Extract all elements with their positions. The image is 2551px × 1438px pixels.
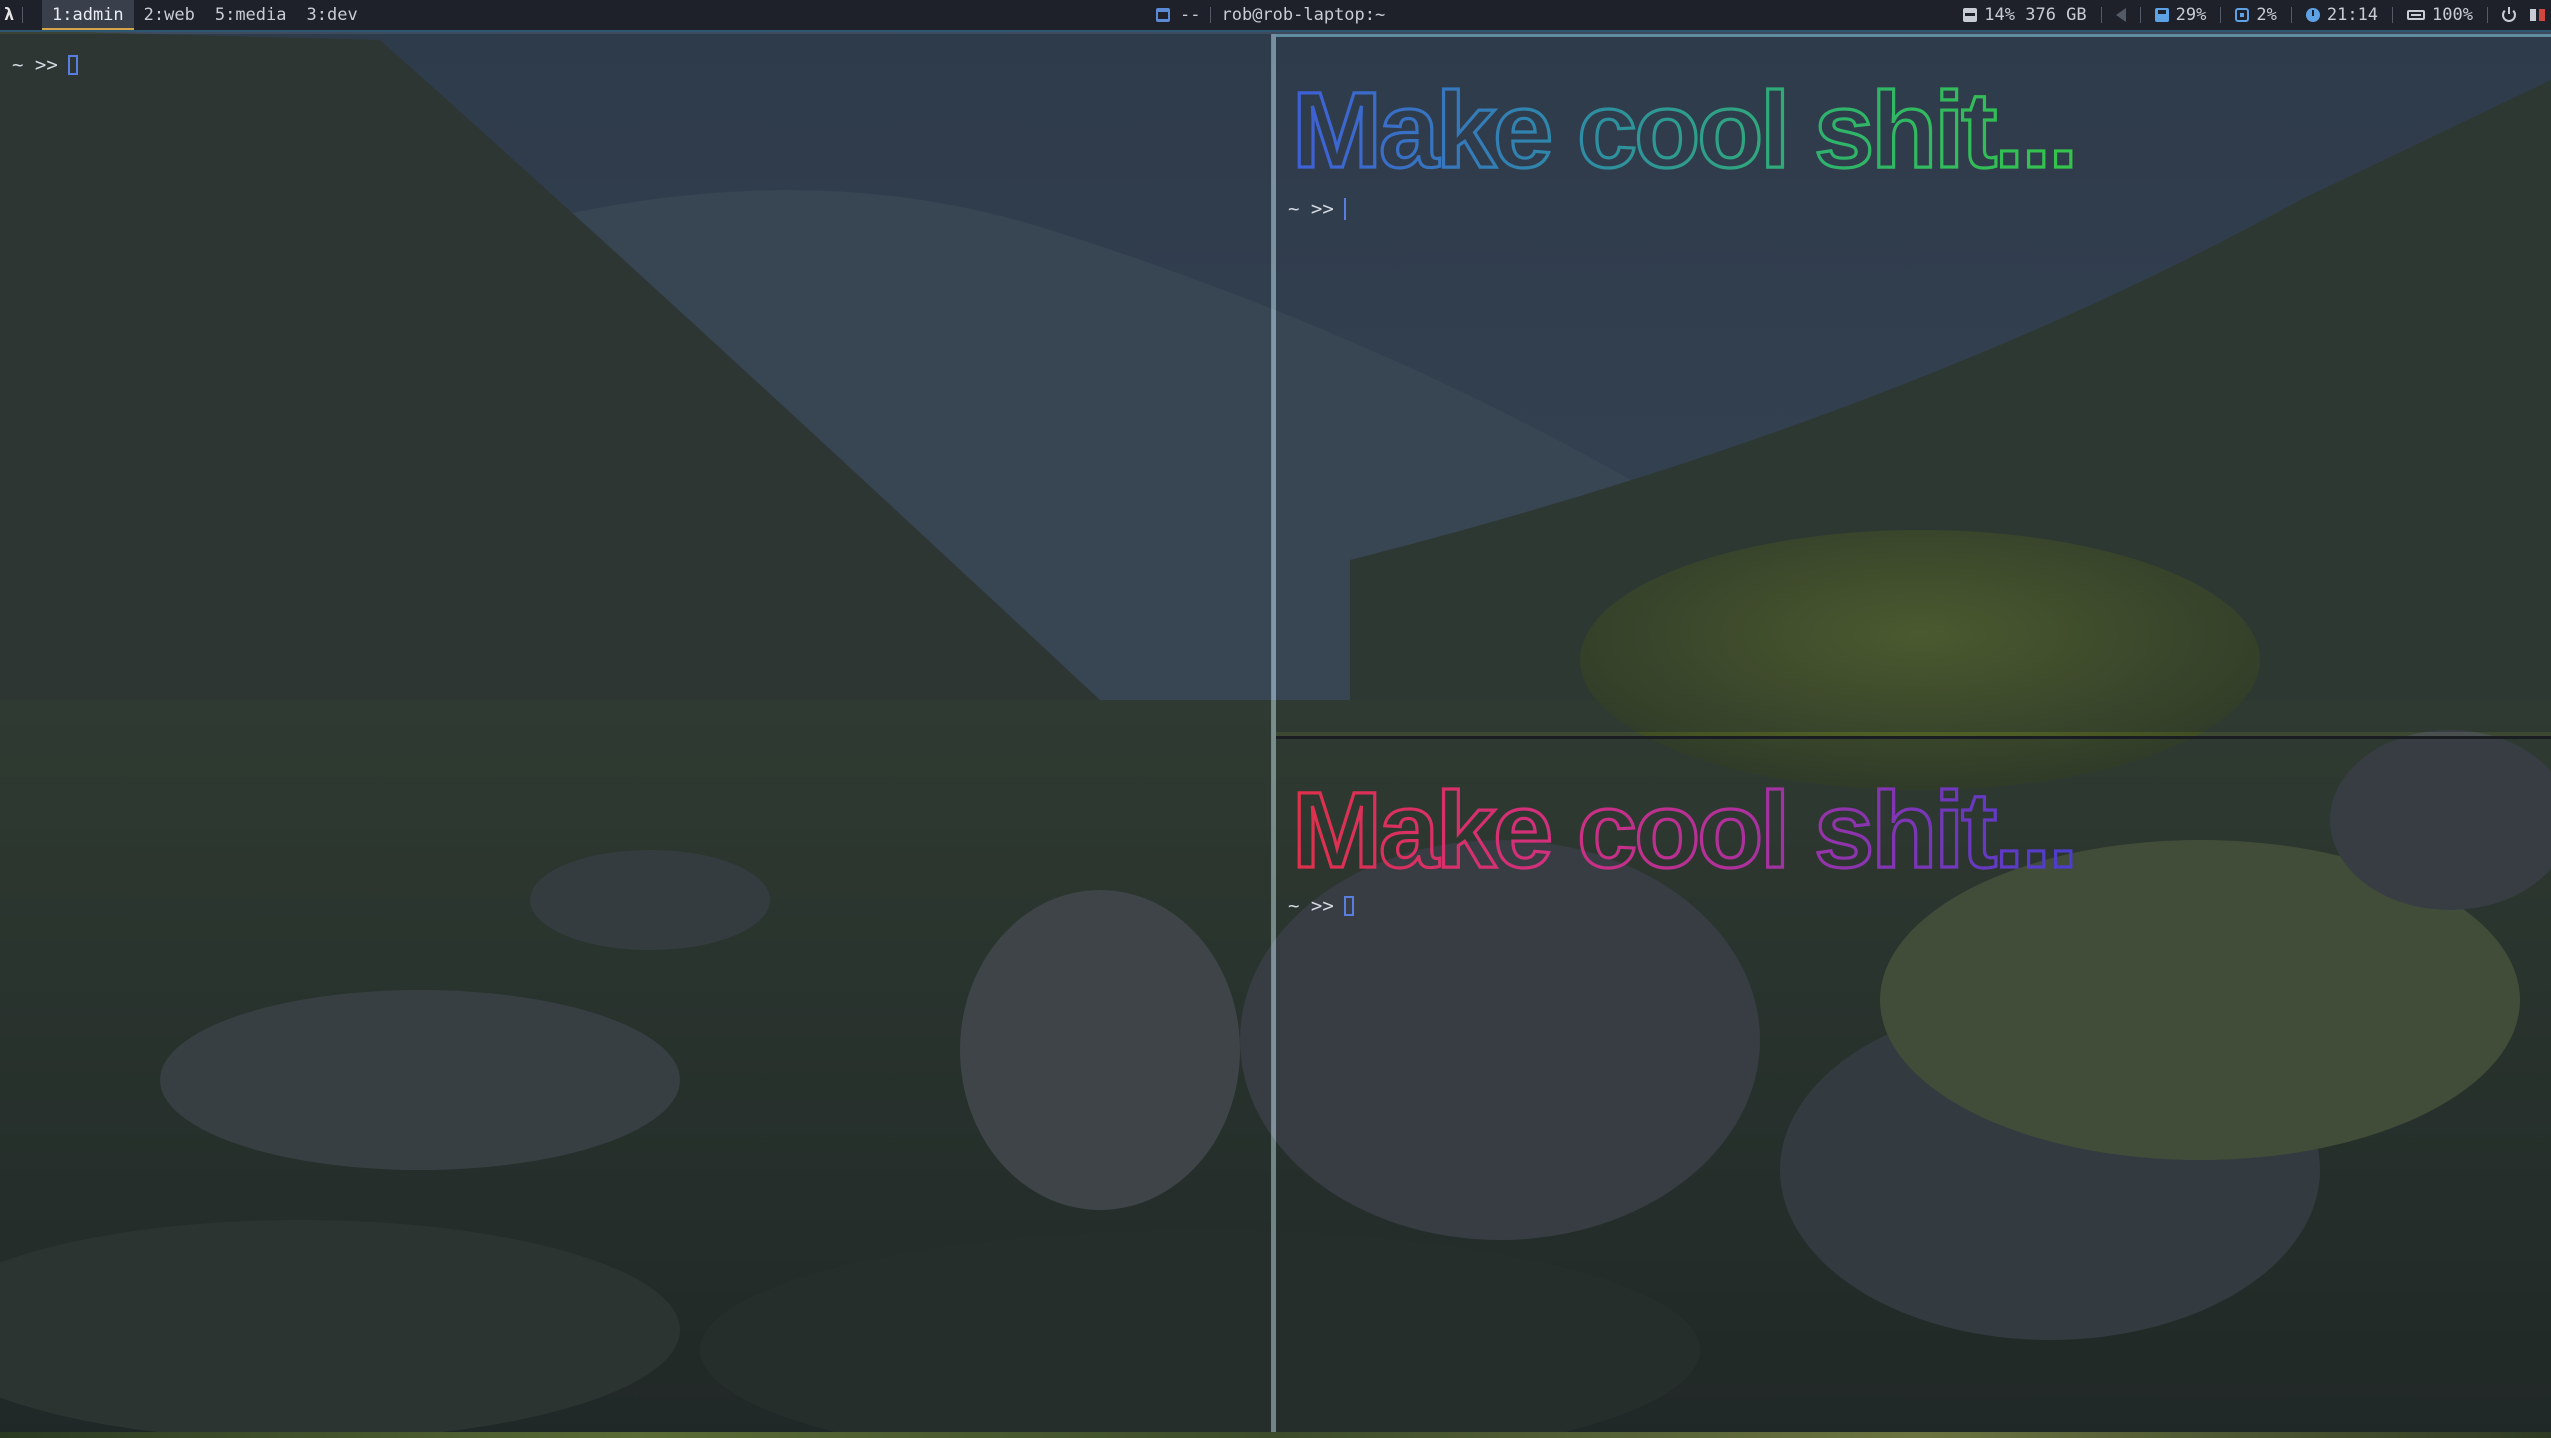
battery-level: 100% bbox=[2432, 5, 2473, 25]
tray-icon[interactable] bbox=[2530, 9, 2536, 21]
window-mode: -- bbox=[1180, 5, 1201, 25]
workspace-list: 1:admin 2:web 5:media 3:dev bbox=[42, 0, 368, 30]
bar-separator bbox=[1210, 7, 1212, 23]
bar-separator bbox=[2290, 7, 2292, 23]
terminal-prompt: ~ >> bbox=[1288, 198, 1346, 220]
memory-module[interactable]: 29% bbox=[2154, 0, 2207, 30]
bar-separator bbox=[22, 7, 23, 23]
bar-separator bbox=[2392, 7, 2394, 23]
terminal-cursor bbox=[1343, 896, 1354, 916]
terminal-cursor bbox=[1343, 198, 1346, 220]
window-title: rob@rob-laptop:~ bbox=[1221, 5, 1386, 25]
top-status-bar: λ 1:admin 2:web 5:media 3:dev -- rob@rob… bbox=[0, 0, 2551, 30]
disk-usage: 14% 376 GB bbox=[1984, 5, 2087, 25]
workspace-admin[interactable]: 1:admin bbox=[42, 0, 134, 30]
window-icon bbox=[1156, 8, 1170, 22]
memory-icon bbox=[2154, 8, 2169, 22]
memory-usage: 29% bbox=[2175, 5, 2207, 25]
battery-module[interactable]: 100% bbox=[2407, 0, 2473, 30]
ascii-banner: Make cool shit... bbox=[1288, 745, 2188, 885]
terminal-prompt: ~ >> bbox=[1288, 895, 1354, 917]
banner-text: Make cool shit... bbox=[1292, 69, 2075, 185]
status-modules: 14% 376 GB 29% 2% 21:14 100% bbox=[1963, 0, 2545, 30]
clock-time: 21:14 bbox=[2326, 5, 2379, 25]
banner-text: Make cool shit... bbox=[1292, 769, 2075, 885]
window-title-area: -- rob@rob-laptop:~ bbox=[1156, 0, 1385, 30]
system-tray[interactable] bbox=[2530, 9, 2545, 21]
terminal-prompt: ~ >> bbox=[12, 54, 78, 76]
prompt-text: ~ >> bbox=[1288, 198, 1334, 220]
clock-icon bbox=[2305, 8, 2320, 22]
bar-separator bbox=[2100, 7, 2102, 23]
bar-separator bbox=[2139, 7, 2141, 23]
volume-muted-icon bbox=[2115, 8, 2126, 22]
terminal-top-right[interactable]: Make cool shit... ~ >> bbox=[1276, 34, 2551, 732]
disk-module[interactable]: 14% 376 GB bbox=[1963, 0, 2087, 30]
prompt-text: ~ >> bbox=[1288, 895, 1334, 917]
workspace-web[interactable]: 2:web bbox=[134, 0, 205, 30]
launcher-icon[interactable]: λ bbox=[4, 0, 18, 30]
disk-icon bbox=[1963, 8, 1978, 22]
tray-icon[interactable] bbox=[2539, 9, 2545, 21]
ascii-banner: Make cool shit... bbox=[1288, 45, 2188, 185]
volume-module[interactable] bbox=[2115, 8, 2126, 22]
bar-separator bbox=[2487, 7, 2488, 23]
terminal-cursor bbox=[67, 55, 78, 75]
bar-separator bbox=[2220, 7, 2222, 23]
prompt-text: ~ >> bbox=[12, 54, 58, 76]
wallpaper-bottom-edge bbox=[0, 1432, 2551, 1438]
battery-icon bbox=[2407, 10, 2426, 20]
cpu-icon bbox=[2235, 8, 2250, 22]
power-icon[interactable] bbox=[2502, 7, 2516, 22]
workspace-dev[interactable]: 3:dev bbox=[297, 0, 368, 30]
cpu-module[interactable]: 2% bbox=[2235, 0, 2277, 30]
terminal-bottom-right[interactable]: Make cool shit... ~ >> bbox=[1276, 736, 2551, 1432]
terminal-left[interactable]: ~ >> bbox=[0, 34, 1272, 1432]
workspace-media[interactable]: 5:media bbox=[205, 0, 297, 30]
cpu-usage: 2% bbox=[2256, 5, 2277, 25]
clock-module[interactable]: 21:14 bbox=[2305, 0, 2379, 30]
